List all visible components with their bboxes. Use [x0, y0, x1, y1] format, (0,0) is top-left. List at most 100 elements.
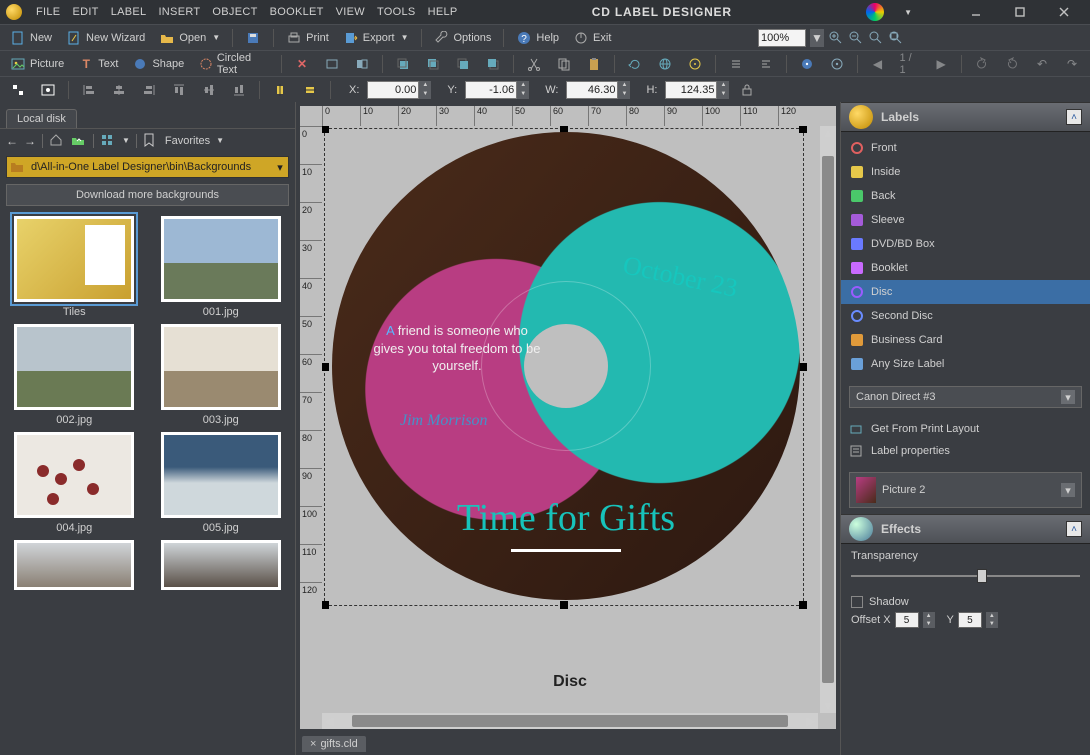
- menu-label[interactable]: LABEL: [111, 6, 147, 18]
- cut-button[interactable]: [522, 54, 546, 74]
- label-item-dvd-bd-box[interactable]: DVD/BD Box: [841, 232, 1090, 256]
- web-button[interactable]: [653, 54, 677, 74]
- insert-text-button[interactable]: TText: [74, 54, 122, 74]
- disc-date-text[interactable]: October 23: [620, 250, 740, 304]
- card-button[interactable]: [320, 54, 344, 74]
- thumb-item[interactable]: 005.jpg: [153, 432, 290, 534]
- favorites-label[interactable]: Favorites: [165, 135, 210, 147]
- menu-object[interactable]: OBJECT: [212, 6, 257, 18]
- labels-panel-header[interactable]: Labels ˄: [841, 102, 1090, 132]
- label-properties-button[interactable]: Label properties: [849, 440, 1082, 462]
- view-thumbs-icon[interactable]: [100, 133, 116, 149]
- label-item-inside[interactable]: Inside: [841, 160, 1090, 184]
- insert-shape-button[interactable]: Shape: [128, 54, 188, 74]
- zoom-dropdown-icon[interactable]: ▼: [810, 29, 824, 47]
- offsetx-spin[interactable]: ▲▼: [923, 612, 935, 628]
- export-button[interactable]: Export▼: [339, 28, 413, 48]
- menu-help[interactable]: HELP: [428, 6, 458, 18]
- al4[interactable]: [167, 80, 191, 100]
- x-input[interactable]: [367, 81, 419, 99]
- zoom-fit-icon[interactable]: [868, 30, 884, 46]
- thumb-item[interactable]: 004.jpg: [6, 432, 143, 534]
- al2[interactable]: [107, 80, 131, 100]
- thumb-item[interactable]: 001.jpg: [153, 216, 290, 318]
- effects-panel-header[interactable]: Effects ˄: [841, 514, 1090, 544]
- x-spin[interactable]: ▲▼: [419, 81, 431, 99]
- page-prev-button[interactable]: ◀: [866, 54, 890, 74]
- nav-back-button[interactable]: ←: [6, 134, 18, 148]
- layer-backward-button[interactable]: [451, 54, 475, 74]
- save-button[interactable]: [241, 28, 265, 48]
- al5[interactable]: [197, 80, 221, 100]
- offsety-spin[interactable]: ▲▼: [986, 612, 998, 628]
- shadow-checkbox[interactable]: Shadow: [851, 596, 1080, 608]
- print-button[interactable]: Print: [282, 28, 333, 48]
- minimize-button[interactable]: [956, 2, 996, 22]
- insert-circled-text-button[interactable]: Circled Text: [194, 50, 273, 78]
- al3[interactable]: [137, 80, 161, 100]
- label-item-business-card[interactable]: Business Card: [841, 328, 1090, 352]
- nav-forward-button[interactable]: →: [24, 134, 36, 148]
- new-button[interactable]: New: [6, 28, 56, 48]
- thumb-item[interactable]: 002.jpg: [6, 324, 143, 426]
- menu-edit[interactable]: EDIT: [72, 6, 98, 18]
- insert-picture-button[interactable]: Picture: [6, 54, 68, 74]
- home-icon[interactable]: [49, 133, 65, 149]
- up-folder-icon[interactable]: [71, 133, 87, 149]
- cd-button[interactable]: [683, 54, 707, 74]
- h-input[interactable]: [665, 81, 717, 99]
- disc-label[interactable]: October 23 A friend is someone who gives…: [332, 132, 800, 600]
- y-input[interactable]: [465, 81, 517, 99]
- resize-handle[interactable]: [322, 601, 329, 609]
- horizontal-scrollbar[interactable]: ◀▶: [322, 713, 818, 729]
- thumb-item[interactable]: Tiles: [6, 216, 143, 318]
- page-next-button[interactable]: ▶: [929, 54, 953, 74]
- file-tab[interactable]: ×gifts.cld: [302, 736, 366, 752]
- tab-local-disk[interactable]: Local disk: [6, 109, 77, 128]
- resize-handle[interactable]: [799, 126, 807, 133]
- vertical-scrollbar[interactable]: ▲▼: [820, 126, 836, 713]
- label-item-second-disc[interactable]: Second Disc: [841, 304, 1090, 328]
- close-tab-icon[interactable]: ×: [310, 738, 316, 750]
- layer-back-button[interactable]: [481, 54, 505, 74]
- help-button[interactable]: ?Help: [512, 28, 563, 48]
- redo-button[interactable]: [1000, 54, 1024, 74]
- thumb-item[interactable]: [153, 540, 290, 590]
- zoom-in-icon[interactable]: [828, 30, 844, 46]
- align-left-button[interactable]: [754, 54, 778, 74]
- slider-thumb[interactable]: [977, 569, 987, 583]
- paste-button[interactable]: [582, 54, 606, 74]
- thumb-item[interactable]: [6, 540, 143, 590]
- label-item-disc[interactable]: Disc: [841, 280, 1090, 304]
- zoom-input[interactable]: [758, 29, 806, 47]
- refresh-button[interactable]: [623, 54, 647, 74]
- resize-handle[interactable]: [799, 601, 807, 609]
- w-spin[interactable]: ▲▼: [618, 81, 630, 99]
- layer-forward-button[interactable]: [421, 54, 445, 74]
- disc-author-text[interactable]: Jim Morrison: [400, 412, 488, 430]
- delete-button[interactable]: ✕: [290, 54, 314, 74]
- snap2-button[interactable]: [36, 80, 60, 100]
- center-v-button[interactable]: [298, 80, 322, 100]
- label-item-back[interactable]: Back: [841, 184, 1090, 208]
- layer-front-button[interactable]: [391, 54, 415, 74]
- copy-button[interactable]: [552, 54, 576, 74]
- menu-booklet[interactable]: BOOKLET: [270, 6, 324, 18]
- al6[interactable]: [227, 80, 251, 100]
- al1[interactable]: [77, 80, 101, 100]
- palette-icon[interactable]: [866, 3, 884, 21]
- options-button[interactable]: Options: [430, 28, 496, 48]
- resize-handle[interactable]: [322, 363, 329, 371]
- snap1-button[interactable]: [6, 80, 30, 100]
- maximize-button[interactable]: [1000, 2, 1040, 22]
- get-from-print-layout-button[interactable]: Get From Print Layout: [849, 418, 1082, 440]
- resize-handle[interactable]: [560, 601, 568, 609]
- lock-aspect-button[interactable]: [735, 80, 759, 100]
- undo-button[interactable]: [970, 54, 994, 74]
- download-backgrounds-button[interactable]: Download more backgrounds: [6, 184, 289, 206]
- w-input[interactable]: [566, 81, 618, 99]
- open-button[interactable]: Open▼: [155, 28, 224, 48]
- redo2-button[interactable]: ↷: [1060, 54, 1084, 74]
- new-wizard-button[interactable]: New Wizard: [62, 28, 149, 48]
- label-item-booklet[interactable]: Booklet: [841, 256, 1090, 280]
